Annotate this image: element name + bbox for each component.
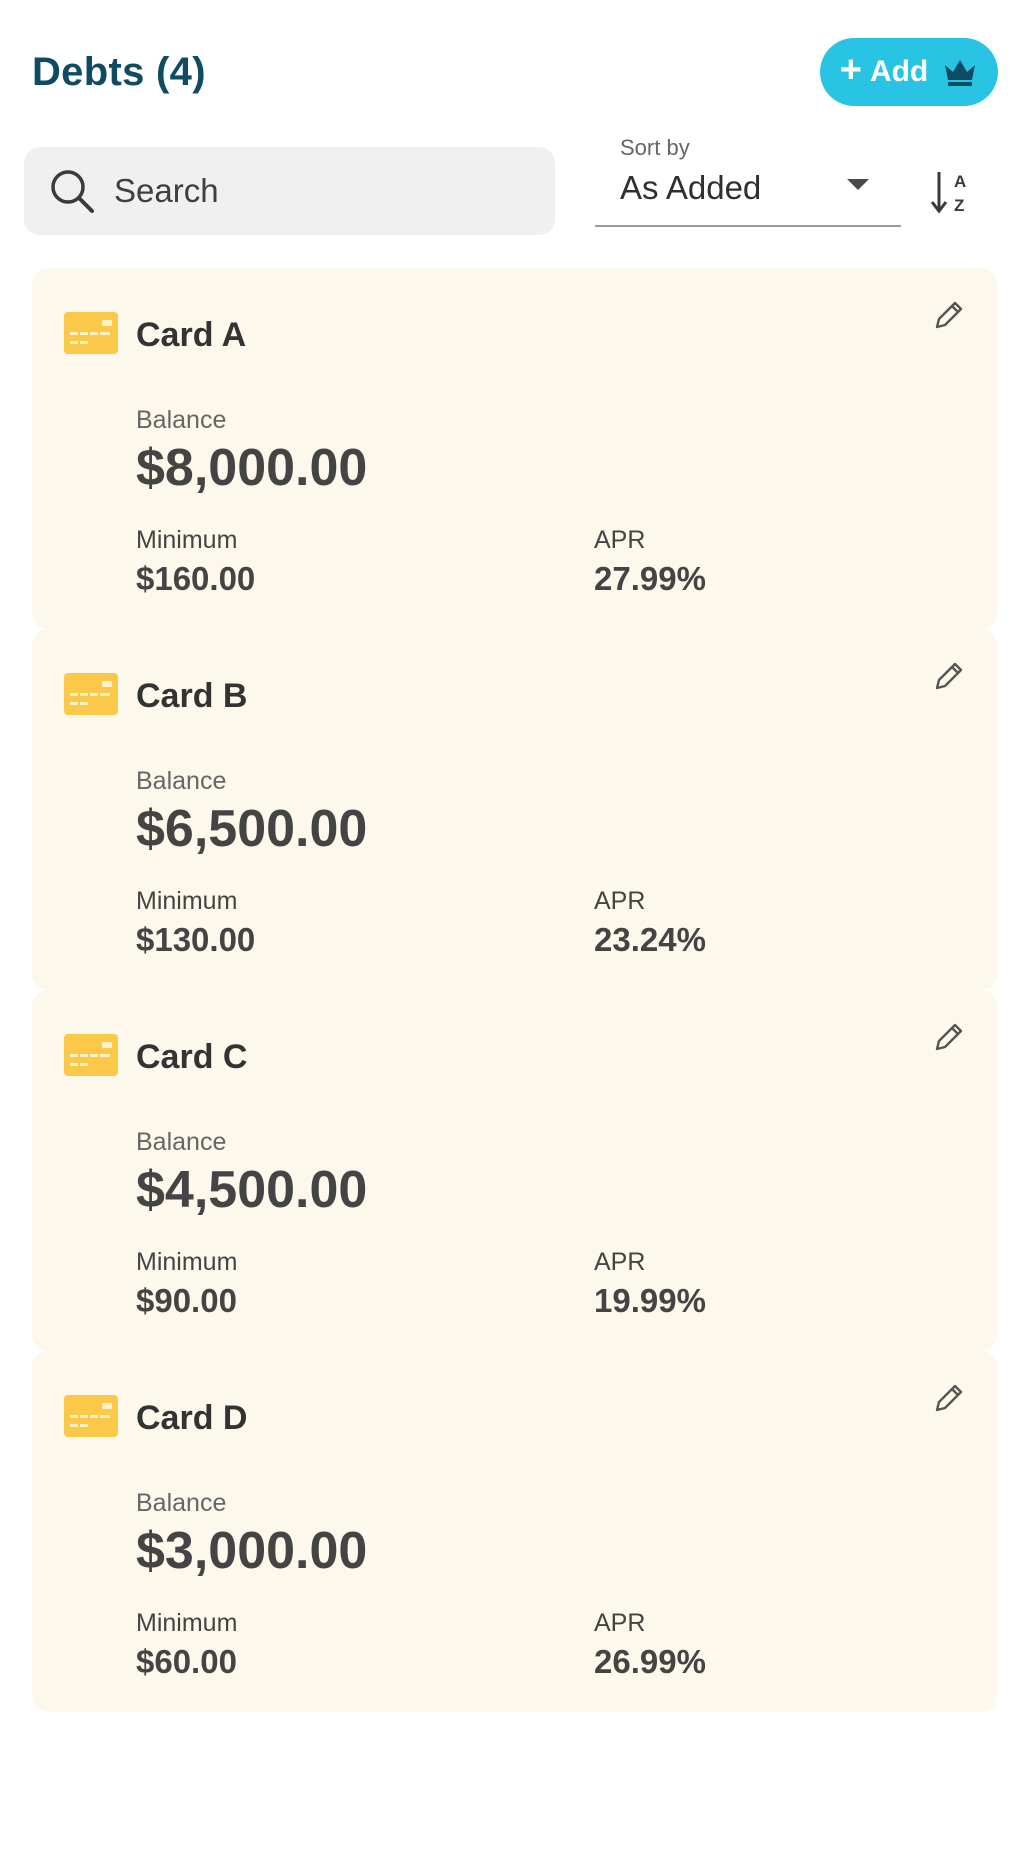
apr-value: 19.99%	[594, 1282, 706, 1319]
plus-icon: +	[839, 49, 862, 91]
header: Debts (4) + Add	[0, 0, 1022, 140]
debt-card[interactable]: Card C Balance $4,500.00 Minimum $90.00 …	[32, 990, 997, 1351]
apr-label: APR	[594, 526, 646, 554]
minimum-label: Minimum	[136, 1609, 238, 1637]
add-debt-button[interactable]: + Add	[820, 38, 998, 106]
debt-card[interactable]: Card B Balance $6,500.00 Minimum $130.00…	[32, 629, 997, 990]
debt-name: Card C	[136, 1038, 248, 1076]
debt-name: Card A	[136, 316, 247, 354]
balance-label: Balance	[136, 1489, 227, 1517]
chevron-down-icon	[847, 179, 869, 190]
credit-card-icon	[64, 1395, 118, 1437]
debt-name: Card B	[136, 677, 248, 715]
apr-label: APR	[594, 1248, 646, 1276]
sort-az-icon[interactable]: A Z	[930, 168, 976, 216]
pencil-icon[interactable]	[932, 659, 966, 693]
balance-value: $6,500.00	[136, 800, 368, 858]
svg-text:A: A	[954, 172, 966, 191]
debt-name: Card D	[136, 1399, 248, 1437]
crown-icon	[945, 60, 976, 86]
svg-text:Z: Z	[954, 196, 964, 215]
sort-dropdown[interactable]: Sort by As Added	[595, 135, 901, 227]
apr-label: APR	[594, 1609, 646, 1637]
credit-card-icon	[64, 673, 118, 715]
debt-card[interactable]: Card A Balance $8,000.00 Minimum $160.00…	[32, 268, 997, 629]
sort-label: Sort by	[620, 135, 690, 160]
search-input[interactable]	[114, 172, 514, 210]
sort-value: As Added	[620, 169, 762, 206]
credit-card-icon	[64, 1034, 118, 1076]
balance-value: $3,000.00	[136, 1522, 368, 1580]
balance-label: Balance	[136, 1128, 227, 1156]
apr-value: 27.99%	[594, 560, 706, 597]
apr-value: 23.24%	[594, 921, 706, 958]
balance-value: $8,000.00	[136, 439, 368, 497]
balance-label: Balance	[136, 406, 227, 434]
minimum-value: $130.00	[136, 921, 256, 958]
add-button-label: Add	[869, 55, 929, 88]
page-title: Debts (4)	[32, 50, 206, 94]
balance-value: $4,500.00	[136, 1161, 368, 1219]
minimum-value: $90.00	[136, 1282, 237, 1319]
search-bar[interactable]	[24, 147, 555, 235]
credit-card-icon	[64, 312, 118, 354]
debt-card[interactable]: Card D Balance $3,000.00 Minimum $60.00 …	[32, 1351, 997, 1712]
minimum-label: Minimum	[136, 887, 238, 915]
minimum-label: Minimum	[136, 526, 238, 554]
minimum-value: $60.00	[136, 1643, 237, 1680]
pencil-icon[interactable]	[932, 1381, 966, 1415]
search-icon	[51, 170, 94, 213]
minimum-label: Minimum	[136, 1248, 238, 1276]
minimum-value: $160.00	[136, 560, 256, 597]
balance-label: Balance	[136, 767, 227, 795]
apr-label: APR	[594, 887, 646, 915]
pencil-icon[interactable]	[932, 1020, 966, 1054]
apr-value: 26.99%	[594, 1643, 706, 1680]
pencil-icon[interactable]	[932, 298, 966, 332]
